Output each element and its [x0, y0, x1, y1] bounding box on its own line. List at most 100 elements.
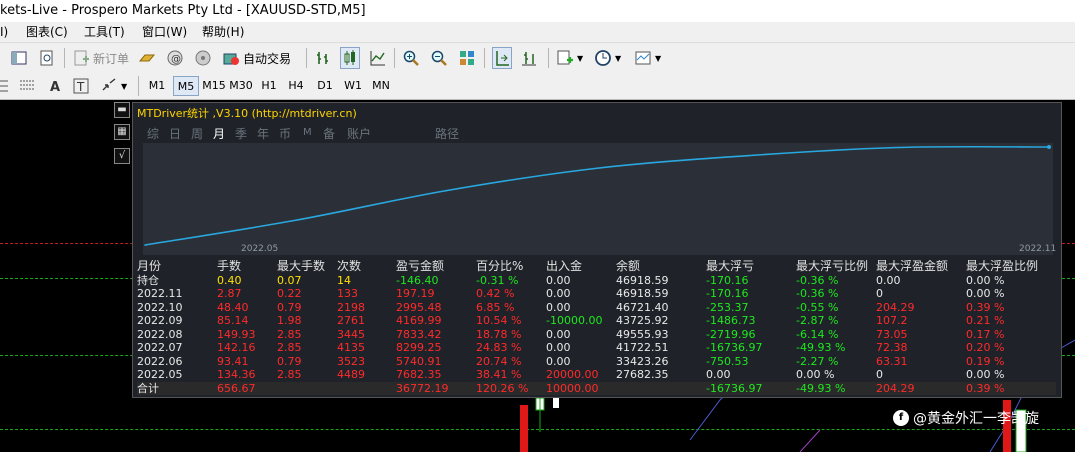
table-cell: -16736.97	[706, 341, 763, 355]
menu-item-help[interactable]: 帮助(H)	[202, 22, 244, 42]
tab-year[interactable]: 年	[257, 125, 269, 142]
table-cell: 0.00	[546, 354, 571, 368]
zoom-out-icon	[430, 49, 448, 67]
timeframe-m5[interactable]: M5	[173, 76, 199, 96]
column-header[interactable]: 最大浮盈金额	[876, 260, 966, 274]
column-header[interactable]: 最大浮盈比例	[966, 260, 1056, 274]
table-cell: 2022.06	[137, 354, 183, 368]
timeframe-m1[interactable]: M1	[144, 76, 170, 96]
column-header[interactable]: 手数	[217, 260, 277, 274]
table-cell: -49.93 %	[796, 341, 846, 355]
profiles-button[interactable]	[10, 47, 28, 69]
templates-button[interactable]: ▼	[634, 47, 661, 69]
table-cell: 18.78 %	[476, 327, 522, 341]
main-toolbar: 新订单 @ 自动交易 ▼ ▼ ▼	[0, 42, 1075, 72]
trendline-tool[interactable]	[0, 75, 18, 97]
market-watch-button[interactable]	[138, 47, 156, 69]
timeframe-m30[interactable]: M30	[228, 76, 254, 96]
table-cell: 10.54 %	[476, 314, 522, 328]
table-cell: -2.87 %	[796, 314, 839, 328]
auto-trade-label: 自动交易	[243, 51, 292, 66]
table-cell: 0.00	[706, 368, 731, 382]
candlestick-button[interactable]	[340, 47, 360, 69]
panel-grid-icon[interactable]: ▦	[114, 124, 130, 140]
tile-windows-button[interactable]	[458, 47, 476, 69]
column-header[interactable]: 月份	[137, 260, 217, 274]
new-order-label: 新订单	[93, 51, 130, 66]
table-cell: 142.16	[217, 341, 256, 355]
table-cell: 20000.00	[546, 368, 599, 382]
table-cell: -2719.96	[706, 327, 756, 341]
market-button[interactable]	[194, 47, 212, 69]
clock-icon	[594, 49, 612, 67]
table-cell: -253.37	[706, 300, 749, 314]
table-cell: 0.07	[277, 273, 302, 287]
menu-item-partial[interactable]: I)	[0, 22, 8, 42]
text-label-tool[interactable]: T	[72, 75, 90, 97]
zoom-in-button[interactable]	[402, 47, 420, 69]
table-cell: 8299.25	[396, 341, 442, 355]
line-chart-button[interactable]	[368, 47, 386, 69]
panel-check-icon[interactable]: √	[114, 148, 130, 164]
table-cell: 204.29	[876, 300, 915, 314]
table-cell: 0.00	[546, 287, 571, 301]
tab-m[interactable]: M	[303, 127, 312, 138]
timeframe-d1[interactable]: D1	[312, 76, 338, 96]
new-order-button[interactable]: 新订单	[72, 47, 129, 69]
tab-path[interactable]: 路径	[435, 125, 459, 142]
column-header[interactable]: 出入金	[546, 260, 616, 274]
tab-day[interactable]: 日	[169, 125, 181, 142]
tab-account[interactable]: 账户	[347, 125, 371, 142]
auto-trade-button[interactable]: 自动交易	[222, 47, 291, 69]
table-cell	[337, 381, 396, 395]
menu-item-window[interactable]: 窗口(W)	[142, 22, 187, 42]
column-header[interactable]: 余额	[616, 260, 706, 274]
navigator-button[interactable]	[38, 47, 56, 69]
chart-shift-button[interactable]	[520, 47, 538, 69]
column-header[interactable]: 最大手数	[277, 260, 337, 274]
x-axis-end-label: 2022.11	[1019, 244, 1057, 254]
timeframe-mn[interactable]: MN	[368, 76, 394, 96]
column-header[interactable]: 最大浮亏比例	[796, 260, 876, 274]
chevron-down-icon: ▼	[121, 81, 128, 91]
table-cell: 2761	[337, 314, 365, 328]
fibonacci-tool[interactable]	[18, 75, 36, 97]
column-header[interactable]: 次数	[337, 260, 396, 274]
panel-toggle-icon[interactable]: ▬	[114, 102, 130, 118]
table-cell: 2198	[337, 300, 365, 314]
timeframe-w1[interactable]: W1	[340, 76, 366, 96]
column-header[interactable]: 最大浮亏	[706, 260, 796, 274]
tab-month[interactable]: 月	[213, 125, 225, 142]
periods-button[interactable]: ▼	[594, 47, 621, 69]
timeframe-h4[interactable]: H4	[283, 76, 309, 96]
candlestick-icon	[341, 49, 359, 67]
signals-button[interactable]: @	[166, 47, 184, 69]
table-cell: -0.31 %	[476, 273, 519, 287]
tab-currency[interactable]: 币	[279, 125, 291, 142]
table-cell: 120.26 %	[476, 381, 546, 395]
template-icon	[634, 49, 652, 67]
tab-summary[interactable]: 综	[147, 125, 159, 142]
arrows-tool[interactable]: ▼	[100, 75, 127, 97]
tab-note[interactable]: 备	[323, 125, 335, 142]
table-cell: 73.05	[876, 327, 908, 341]
indicators-button[interactable]: ▼	[556, 47, 583, 69]
timeframe-h1[interactable]: H1	[256, 76, 282, 96]
equity-curve-point	[746, 154, 749, 157]
tab-week[interactable]: 周	[191, 125, 203, 142]
bar-chart-button[interactable]	[314, 47, 332, 69]
menu-item-charts[interactable]: 图表(C)	[26, 22, 68, 42]
text-tool[interactable]: A	[46, 75, 64, 97]
menu-item-tools[interactable]: 工具(T)	[84, 22, 125, 42]
column-header[interactable]: 盈亏金额	[396, 260, 476, 274]
column-header[interactable]: 百分比%	[476, 260, 546, 274]
timeframe-m15[interactable]: M15	[201, 76, 227, 96]
monthly-stats-table: 月份 手数 最大手数 次数 盈亏金额 百分比% 出入金 余额 最大浮亏 最大浮亏比例 最大浮盈金额最…	[137, 260, 1056, 395]
table-cell: 134.36	[217, 368, 256, 382]
auto-scroll-button[interactable]	[492, 47, 512, 69]
table-cell: 2.85	[277, 341, 302, 355]
equity-curve-point	[294, 219, 297, 222]
zoom-out-button[interactable]	[430, 47, 448, 69]
chevron-down-icon: ▼	[655, 53, 662, 63]
tab-quarter[interactable]: 季	[235, 125, 247, 142]
